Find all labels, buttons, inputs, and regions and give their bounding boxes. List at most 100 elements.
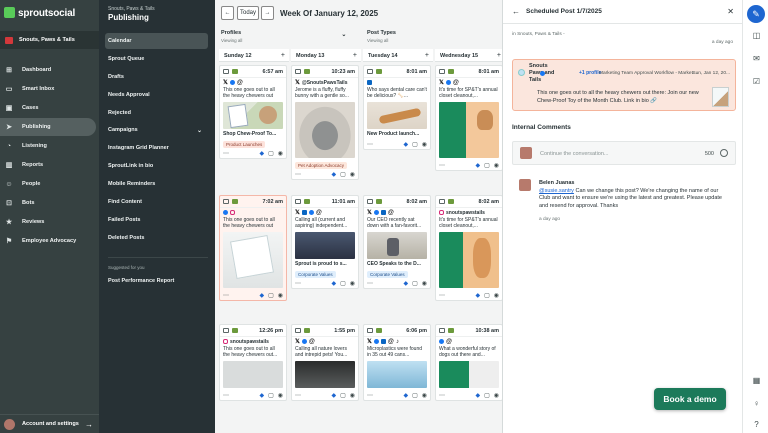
more-icon[interactable]: ⋯ (367, 141, 373, 148)
nav2-item-drafts[interactable]: Drafts (105, 69, 208, 85)
nav2-item-rejected[interactable]: Rejected (105, 105, 208, 121)
tag-icon[interactable]: ◆ (403, 141, 408, 148)
more-icon[interactable]: ⋯ (367, 392, 373, 399)
nav-item-publishing[interactable]: ➤ Publishing (0, 118, 96, 136)
preview-icon[interactable]: ◉ (350, 171, 355, 178)
more-icon[interactable]: ⋯ (439, 292, 445, 299)
messages-icon[interactable]: ✉ (750, 52, 763, 65)
nav-item-cases[interactable]: ▣ Cases (0, 99, 96, 117)
comment-icon[interactable]: ▢ (484, 162, 490, 169)
preview-icon[interactable]: ◉ (278, 292, 283, 299)
post-card[interactable]: 12:26 pm snoutspawstails This one goes o… (219, 324, 287, 401)
comment-icon[interactable]: ▢ (268, 150, 274, 157)
tag-icon[interactable]: ◆ (475, 292, 480, 299)
close-icon[interactable]: ✕ (727, 7, 734, 16)
campaign-tag[interactable]: Product Launches (223, 141, 266, 148)
preview-icon[interactable]: ◉ (422, 280, 427, 287)
post-card[interactable]: 10:23 am 𝕏 @SnoutsPawsTails Jerome is a f… (291, 65, 359, 180)
emoji-icon[interactable] (720, 149, 728, 157)
post-card[interactable]: 8:02 am 𝕏 @ Our CEO recently sat down wit… (363, 195, 431, 289)
comment-input[interactable]: Continue the conversation... 500 (512, 141, 736, 165)
account-settings[interactable]: Account and settings → (0, 414, 99, 433)
tag-icon[interactable]: ◆ (475, 162, 480, 169)
tasks-icon[interactable]: ☑ (750, 75, 763, 88)
more-icon[interactable]: ⋯ (367, 280, 373, 287)
next-week-button[interactable]: → (261, 6, 274, 20)
nav-item-reviews[interactable]: ★ Reviews (0, 213, 96, 231)
preview-icon[interactable]: ◉ (278, 392, 283, 399)
nav2-item-instagram-grid-planner[interactable]: Instagram Grid Planner (105, 140, 208, 156)
post-card[interactable]: 7:02 am This one goes out to all the hea… (219, 195, 287, 301)
notifications-icon[interactable]: ◫ (750, 29, 763, 42)
comment-icon[interactable]: ▢ (340, 171, 346, 178)
nav2-item-sprout-queue[interactable]: Sprout Queue (105, 51, 208, 67)
nav2-item-failed-posts[interactable]: Failed Posts (105, 212, 208, 228)
nav2-item-needs-approval[interactable]: Needs Approval (105, 87, 208, 103)
more-icon[interactable]: ⋯ (223, 292, 229, 299)
nav-item-bots[interactable]: ⊡ Bots (0, 194, 96, 212)
nav-item-smart-inbox[interactable]: ▭ Smart Inbox (0, 80, 96, 98)
preview-icon[interactable]: ◉ (350, 392, 355, 399)
preview-icon[interactable]: ◉ (494, 392, 499, 399)
campaign-tag[interactable]: Pet Adoption Advocacy (295, 162, 348, 169)
comment-icon[interactable]: ▢ (340, 280, 346, 287)
add-post-icon[interactable]: + (425, 52, 429, 59)
help-icon[interactable]: ? (750, 418, 763, 431)
nav2-item-calendar[interactable]: Calendar (105, 33, 208, 49)
tag-icon[interactable]: ◆ (331, 171, 336, 178)
more-icon[interactable]: ⋯ (295, 392, 301, 399)
preview-icon[interactable]: ◉ (494, 292, 499, 299)
tag-icon[interactable]: ◆ (331, 280, 336, 287)
lightbulb-icon[interactable]: ♀ (750, 397, 763, 410)
preview-icon[interactable]: ◉ (422, 392, 427, 399)
post-card[interactable]: 6:06 pm 𝕏 @ ♪ Microplastics were found in … (363, 324, 431, 401)
more-icon[interactable]: ⋯ (295, 171, 301, 178)
nav-item-reports[interactable]: ▥ Reports (0, 156, 96, 174)
tag-icon[interactable]: ◆ (403, 280, 408, 287)
nav-item-employee-advocacy[interactable]: ⚑ Employee Advocacy (0, 232, 96, 250)
comment-icon[interactable]: ▢ (340, 392, 346, 399)
preview-icon[interactable]: ◉ (278, 150, 283, 157)
comment-icon[interactable]: ▢ (412, 141, 418, 148)
campaign-tag[interactable]: Corporate Values (295, 271, 336, 278)
compose-icon[interactable]: ✎ (747, 5, 765, 23)
post-card[interactable]: 10:38 am @ What a wonderful story of dog… (435, 324, 502, 401)
post-card[interactable]: 1:55 pm 𝕏 @ Calling all nature lovers and… (291, 324, 359, 401)
post-card[interactable]: 8:02 am snoutspawstails It's time for SP… (435, 195, 502, 301)
preview-icon[interactable]: ◉ (350, 280, 355, 287)
preview-icon[interactable]: ◉ (494, 162, 499, 169)
tag-icon[interactable]: ◆ (403, 392, 408, 399)
sprout-logo[interactable]: sproutsocial (4, 7, 75, 19)
post-types-filter[interactable]: Post TypesViewing all⌄ (367, 30, 502, 43)
add-post-icon[interactable]: + (497, 52, 501, 59)
prev-week-button[interactable]: ← (221, 6, 234, 20)
post-card[interactable]: 11:01 am 𝕏 @ Calling all (current and asp… (291, 195, 359, 289)
post-card[interactable]: 6:57 am 𝕏 @ This one goes out to all the … (219, 65, 287, 159)
tag-icon[interactable]: ◆ (259, 392, 264, 399)
tag-icon[interactable]: ◆ (475, 392, 480, 399)
book-demo-button[interactable]: Book a demo (654, 388, 726, 410)
preview-icon[interactable]: ◉ (422, 141, 427, 148)
nav2-item-mobile-reminders[interactable]: Mobile Reminders (105, 176, 208, 192)
profiles-filter[interactable]: Profiles Viewing all ⌄ (221, 30, 346, 43)
comment-icon[interactable]: ▢ (484, 392, 490, 399)
more-icon[interactable]: ⋯ (439, 162, 445, 169)
today-button[interactable]: Today (237, 6, 259, 20)
more-icon[interactable]: ⋯ (223, 150, 229, 157)
comment-icon[interactable]: ▢ (412, 280, 418, 287)
nav-item-people[interactable]: ☺ People (0, 175, 96, 193)
post-performance-report-link[interactable]: Post Performance Report (105, 273, 208, 289)
post-card[interactable]: 8:01 am Who says dental care can't be de… (363, 65, 431, 150)
activity-icon[interactable]: ▦ (750, 374, 763, 387)
account-switcher[interactable]: Snouts, Paws & Tails (0, 31, 99, 49)
tag-icon[interactable]: ◆ (331, 392, 336, 399)
back-arrow-icon[interactable]: ← (512, 7, 520, 16)
mention-link[interactable]: @susie.santry (539, 188, 574, 194)
add-post-icon[interactable]: + (281, 52, 285, 59)
nav2-item-sproutlink-in-bio[interactable]: SproutLink in bio (105, 158, 208, 174)
comment-icon[interactable]: ▢ (268, 292, 274, 299)
nav2-item-find-content[interactable]: Find Content (105, 194, 208, 210)
add-post-icon[interactable]: + (353, 52, 357, 59)
comment-icon[interactable]: ▢ (268, 392, 274, 399)
campaign-tag[interactable]: Corporate Values (367, 271, 408, 278)
